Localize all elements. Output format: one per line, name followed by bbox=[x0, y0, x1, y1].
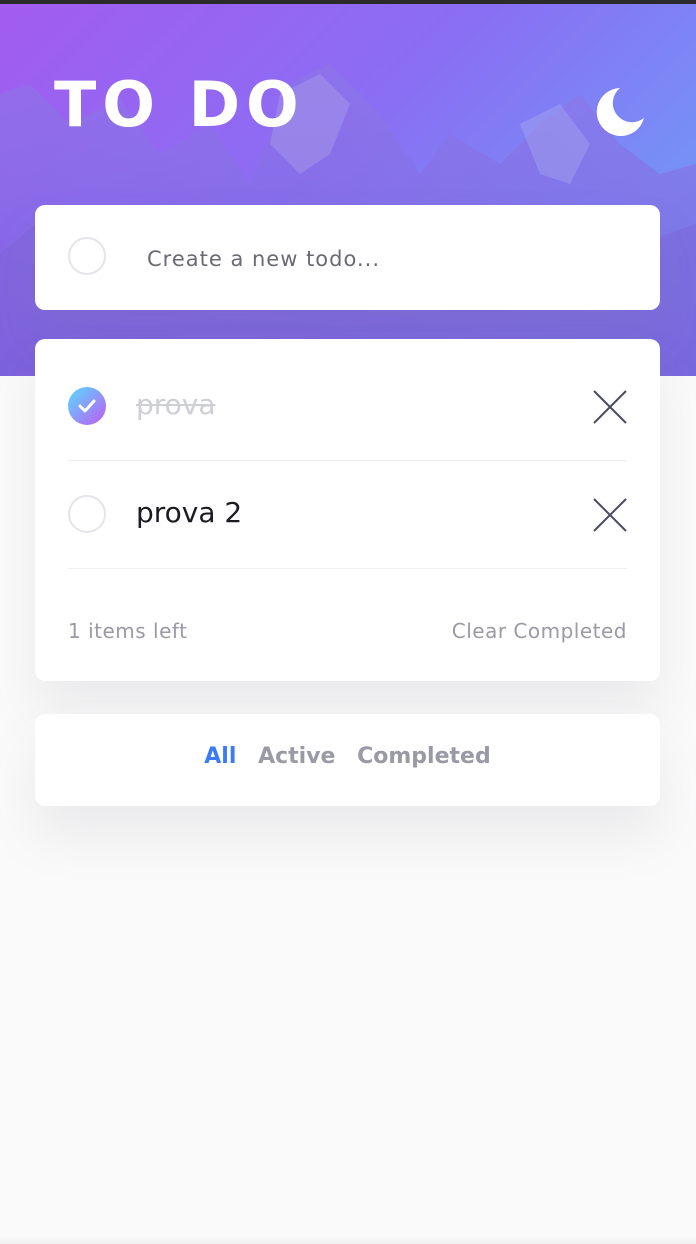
mountain-background-image bbox=[0, 64, 696, 376]
filter-card: All Active Completed bbox=[35, 714, 660, 806]
todo-item: prova bbox=[68, 352, 627, 461]
filter-completed[interactable]: Completed bbox=[357, 744, 491, 769]
close-icon bbox=[593, 390, 627, 424]
new-todo-input[interactable] bbox=[145, 238, 619, 280]
new-todo-card bbox=[35, 205, 660, 310]
header-background bbox=[0, 4, 696, 376]
moon-icon bbox=[596, 88, 644, 136]
new-todo-checkbox[interactable] bbox=[68, 237, 106, 275]
filter-active[interactable]: Active bbox=[258, 744, 335, 769]
filter-all[interactable]: All bbox=[204, 744, 236, 769]
delete-todo-button[interactable] bbox=[592, 497, 628, 533]
theme-toggle-button[interactable] bbox=[590, 84, 646, 140]
close-icon bbox=[593, 498, 627, 532]
todo-text[interactable]: prova 2 bbox=[136, 496, 242, 530]
check-icon bbox=[78, 399, 96, 413]
bottom-edge bbox=[0, 1236, 696, 1244]
items-left-count: 1 items left bbox=[68, 619, 188, 643]
todo-text[interactable]: prova bbox=[136, 388, 216, 422]
todo-checkbox-checked[interactable] bbox=[68, 387, 106, 425]
delete-todo-button[interactable] bbox=[592, 389, 628, 425]
clear-completed-button[interactable]: Clear Completed bbox=[452, 619, 627, 643]
page-title: TO DO bbox=[54, 68, 305, 141]
todo-checkbox[interactable] bbox=[68, 495, 106, 533]
todo-item: prova 2 bbox=[68, 460, 627, 569]
todo-list-card: prova prova 2 1 items left Clear Complet… bbox=[35, 339, 660, 681]
filter-tabs: All Active Completed bbox=[35, 744, 660, 769]
